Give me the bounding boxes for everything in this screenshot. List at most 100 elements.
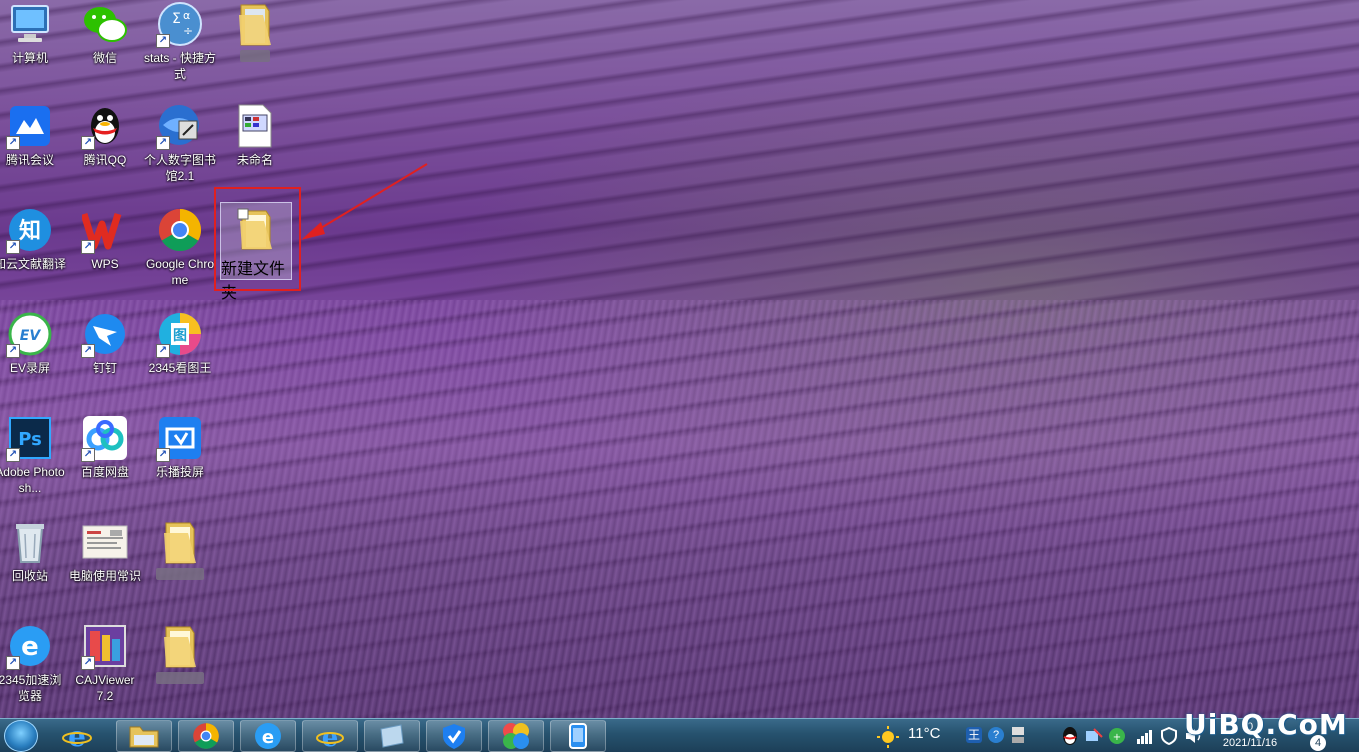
taskbar-security[interactable] [426,720,482,752]
desktop-icon-lebo-cast[interactable]: ↗ 乐播投屏 [144,414,216,514]
shortcut-arrow-icon: ↗ [156,344,170,358]
image-viewer-icon: 图 ↗ [156,310,204,358]
shield-icon [443,724,465,749]
help-button[interactable]: ? [988,727,1004,743]
desktop-icon-qq[interactable]: ↗ 腾讯QQ [69,102,141,202]
security-tray-icon[interactable]: + [1108,727,1126,745]
stats-icon: Σα ÷ ↗ [156,0,204,48]
icon-label: 知云文献翻译 [0,257,67,271]
icon-label: 2345加速浏览器 [0,673,62,703]
zhiyun-icon: 知 ↗ [6,206,54,254]
digital-library-icon: ↗ [156,102,204,150]
computer-icon [6,0,54,48]
shortcut-arrow-icon: ↗ [6,344,20,358]
chrome-icon [156,206,204,254]
icon-label: 回收站 [11,569,48,583]
icon-label: 2345看图王 [148,361,212,375]
ime-settings-icon[interactable] [1010,725,1026,745]
shield-tray-icon[interactable] [1160,727,1178,745]
icon-label: 计算机 [11,51,48,65]
baidu-netdisk-icon: ↗ [81,414,129,462]
taskbar-explorer[interactable] [116,720,172,752]
svg-text:e: e [262,727,274,748]
annotation-arrow-icon [301,163,428,240]
svg-text:Σ: Σ [172,11,181,27]
shortcut-arrow-icon: ↗ [156,34,170,48]
icon-label: 微信 [92,51,117,65]
desktop-icon-cajviewer[interactable]: ↗ CAJViewer 7.2 [69,622,141,722]
browser-2345-icon: e [255,723,281,749]
desktop-icon-recycle-bin[interactable]: 回收站 [0,518,66,618]
svg-text:Ps: Ps [18,429,42,450]
watermark-text: UiBQ.CoM [1184,708,1348,741]
shortcut-arrow-icon: ↗ [81,656,95,670]
folder-icon [156,518,204,566]
desktop-icon-wechat[interactable]: 微信 [69,0,141,100]
icon-label: 个人数字图书馆2.1 [144,153,217,183]
shortcut-arrow-icon: ↗ [156,448,170,462]
desktop-icon-chrome[interactable]: Google Chrome [144,206,216,306]
desktop-icon-photoshop[interactable]: Ps ↗ Adobe Photosh... [0,414,66,514]
taskbar-window-switcher[interactable] [364,720,420,752]
qq-tray-icon[interactable] [1060,725,1080,747]
desktop-icon-computer[interactable]: 计算机 [0,0,66,100]
desktop-icon-2345-viewer[interactable]: 图 ↗ 2345看图王 [144,310,216,410]
svg-text:e: e [21,632,39,662]
phone-icon [569,723,587,749]
desktop-icon-zhiyun[interactable]: 知 ↗ 知云文献翻译 [0,206,66,306]
svg-text:知: 知 [19,218,41,244]
desktop-icon-pc-tips[interactable]: 电脑使用常识 [69,518,141,618]
icon-label: 电脑使用常识 [69,569,142,583]
icon-label: CAJViewer 7.2 [75,673,135,703]
desktop-icon-2345-browser[interactable]: e ↗ 2345加速浏览器 [0,622,66,722]
shortcut-arrow-icon: ↗ [81,344,95,358]
signal-strength-icon[interactable] [1136,727,1154,745]
internet-explorer-icon: e [62,722,92,750]
desktop-icon-baidu-netdisk[interactable]: ↗ 百度网盘 [69,414,141,514]
folder-icon [156,622,204,670]
desktop-icon-folder-1[interactable] [219,0,291,100]
svg-text:α: α [183,9,190,22]
icon-label: 钉钉 [92,361,117,375]
taskbar-ie[interactable]: e [44,720,110,752]
desktop-icon-wps[interactable]: ↗ WPS [69,206,141,306]
recycle-bin-icon [6,518,54,566]
taskbar-2345-browser[interactable]: e [240,720,296,752]
svg-text:+: + [1113,732,1121,743]
desktop-icon-digital-library[interactable]: ↗ 个人数字图书馆2.1 [144,102,216,202]
network-tray-icon[interactable] [1084,727,1104,745]
taskbar-chrome[interactable] [178,720,234,752]
annotation-highlight-box [214,187,301,291]
taskbar-phone-cast[interactable] [550,720,606,752]
icon-label: 腾讯会议 [5,153,54,167]
file-explorer-icon [129,726,159,748]
desktop-icon-stats[interactable]: Σα ÷ ↗ stats - 快捷方式 [144,0,216,100]
desktop-icon-ev-recorder[interactable]: EV ↗ EV录屏 [0,310,66,410]
desktop-icon-dingtalk[interactable]: ↗ 钉钉 [69,310,141,410]
icon-label-blurred [144,568,216,584]
weather-temperature[interactable]: 11°C [908,725,940,742]
taskbar-photo-app[interactable] [488,720,544,752]
shortcut-arrow-icon: ↗ [6,656,20,670]
ime-indicator[interactable]: 王 [966,727,982,743]
chrome-icon [193,723,219,749]
svg-text:图: 图 [173,328,187,344]
icon-label: Adobe Photosh... [0,465,65,495]
desktop-icon-folder-2[interactable] [144,518,216,618]
cajviewer-icon: ↗ [81,622,129,670]
internet-explorer-icon: e [316,723,344,750]
ev-recorder-icon: EV ↗ [6,310,54,358]
start-button[interactable] [4,720,38,752]
desktop-icon-tencent-meeting[interactable]: ↗ 腾讯会议 [0,102,66,202]
tencent-meeting-icon: ↗ [6,102,54,150]
wechat-icon [81,0,129,48]
desktop-icon-folder-3[interactable] [144,622,216,722]
wps-icon: ↗ [81,206,129,254]
icon-label: 乐播投屏 [155,465,204,479]
svg-text:÷: ÷ [183,24,193,38]
shortcut-arrow-icon: ↗ [81,240,95,254]
lebo-cast-icon: ↗ [156,414,204,462]
taskbar-ie-2[interactable]: e [302,720,358,752]
taskbar: e e e 11°C 王 ? + 0 2021/11/16 4 [0,718,1359,752]
shortcut-arrow-icon: ↗ [6,448,20,462]
